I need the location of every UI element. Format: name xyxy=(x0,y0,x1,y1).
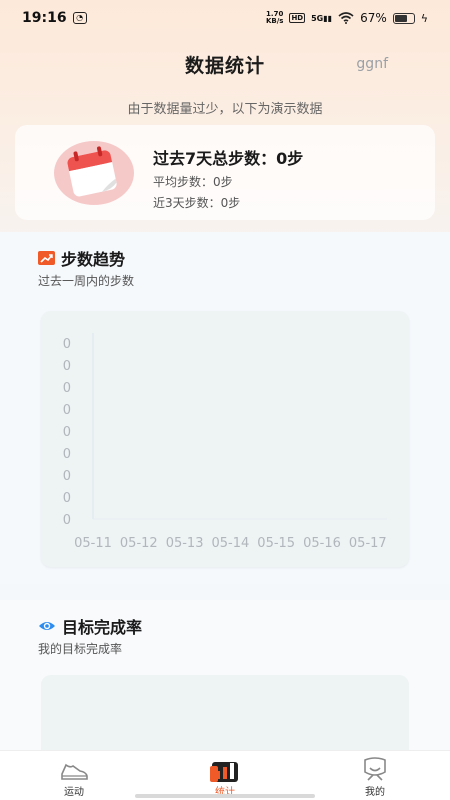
trend-title: 步数趋势 xyxy=(61,250,126,269)
tab-mine-label: 我的 xyxy=(365,787,385,798)
trend-subtitle: 过去一周内的步数 xyxy=(38,274,135,288)
trend-icon xyxy=(38,251,55,265)
recent-3d-steps: 近3天步数：0步 xyxy=(153,196,241,210)
status-time: 19:16 xyxy=(22,10,67,26)
x-tick-label: 05-17 xyxy=(349,536,387,551)
user-name[interactable]: ggnf xyxy=(356,56,388,72)
x-tick-label: 05-12 xyxy=(120,536,158,551)
steps-trend-section: 步数趋势 过去一周内的步数 0 0 0 0 0 0 0 0 0 05-11 05-12 05-13 05… xyxy=(0,232,450,584)
y-tick-label: 0 xyxy=(63,425,71,440)
demo-data-notice: 由于数据量过少，以下为演示数据 xyxy=(127,102,323,117)
battery-icon xyxy=(392,12,415,24)
x-tick-label: 05-11 xyxy=(74,536,112,551)
battery-percent: 67% xyxy=(360,11,387,25)
goal-title: 目标完成率 xyxy=(62,618,143,637)
total-steps-7d: 过去7天总步数：0步 xyxy=(153,149,304,168)
y-tick-label: 0 xyxy=(63,337,71,352)
signal-icon: 5G▮▮ xyxy=(311,13,333,23)
goal-subtitle: 我的目标完成率 xyxy=(38,642,123,656)
average-steps: 平均步数：0步 xyxy=(153,175,233,189)
x-tick-label: 05-13 xyxy=(166,536,204,551)
sneaker-icon xyxy=(61,763,88,780)
y-tick-label: 0 xyxy=(63,491,71,506)
hd-icon: HD xyxy=(289,13,306,23)
home-indicator[interactable] xyxy=(135,794,315,798)
eye-icon xyxy=(39,622,55,630)
y-tick-label: 0 xyxy=(63,447,71,462)
x-tick-label: 05-15 xyxy=(257,536,295,551)
network-speed: 1.70 KB/s xyxy=(265,10,284,25)
steps-chart-box: 0 0 0 0 0 0 0 0 0 05-11 05-12 05-13 05-14 05-15 05-16 0… xyxy=(41,311,409,567)
x-tick-label: 05-16 xyxy=(303,536,341,551)
summary-card: 过去7天总步数：0步 平均步数：0步 近3天步数：0步 xyxy=(15,125,435,220)
steps-line-chart: 00000000005-11 05-12 05-13 05-14 05-15 05-16 0… xyxy=(63,333,387,551)
wifi-icon xyxy=(338,12,354,24)
goal-section: 目标完成率 我的目标完成率 xyxy=(0,600,450,765)
status-indicators: 1.70 KB/s HD 5G▮▮ 67% ϟ xyxy=(265,10,428,26)
calendar-icon xyxy=(53,139,135,207)
profile-icon xyxy=(364,757,386,781)
y-tick-label: 0 xyxy=(63,359,71,374)
y-tick-label: 0 xyxy=(63,381,71,396)
charging-icon: ϟ xyxy=(420,11,428,25)
status-bar: 19:16 ◔ 1.70 KB/s HD 5G▮▮ 67% ϟ xyxy=(0,0,450,36)
notification-icon: ◔ xyxy=(72,12,87,24)
tab-stats[interactable]: 统计 xyxy=(180,751,270,800)
app-header: 数据统计 ggnf xyxy=(0,48,450,84)
y-tick-label: 0 xyxy=(63,469,71,484)
bar-chart-icon xyxy=(210,762,238,782)
y-tick-label: 0 xyxy=(63,403,71,418)
y-tick-label: 0 xyxy=(63,513,71,528)
tab-mine[interactable]: 我的 xyxy=(330,751,420,800)
tab-sport[interactable]: 运动 xyxy=(29,751,119,800)
x-tick-label: 05-14 xyxy=(212,536,250,551)
bottom-tab-bar: 运动 统计 我的 xyxy=(0,750,450,800)
tab-sport-label: 运动 xyxy=(64,787,84,798)
